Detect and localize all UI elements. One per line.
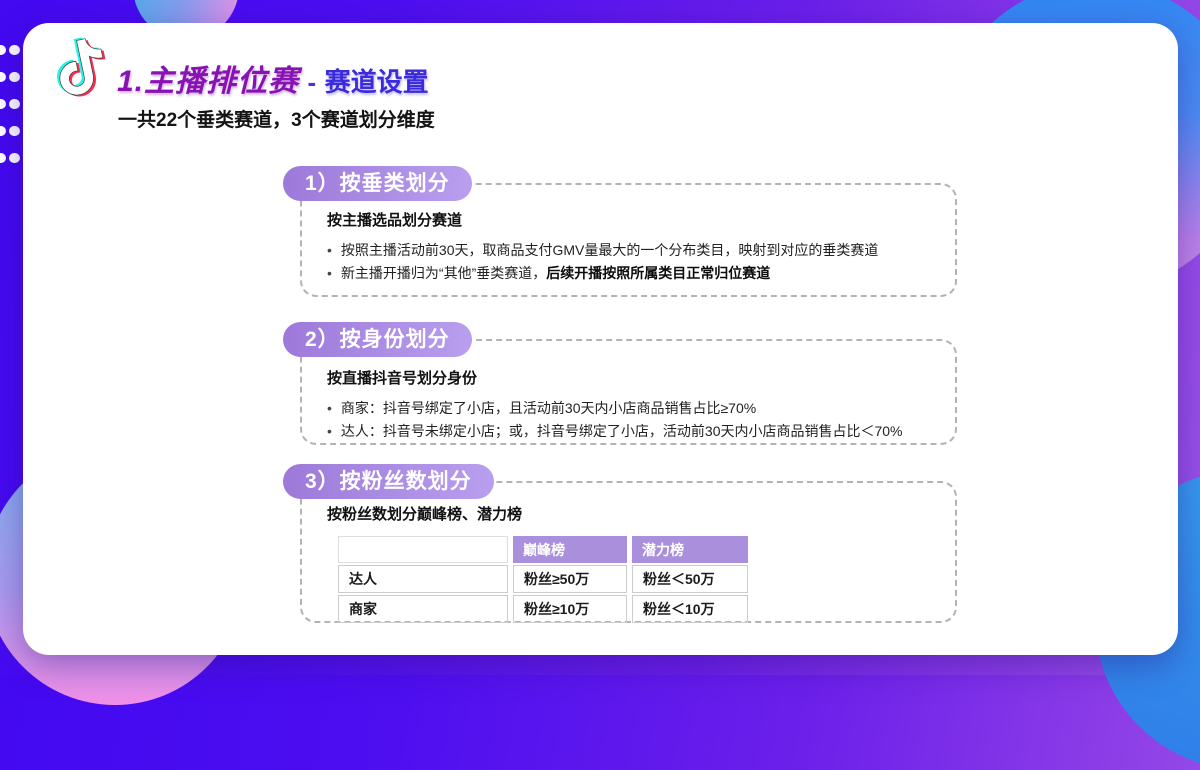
section-2-heading: 按直播抖音号划分身份 (327, 367, 935, 388)
section-3-badge: 3）按粉丝数划分 (283, 464, 494, 499)
decor-dot (9, 72, 20, 82)
decor-dots-grid (0, 45, 20, 163)
page-title-sub: 赛道设置 (325, 67, 429, 97)
fans-table-row: 商家粉丝≥10万粉丝＜10万 (338, 595, 748, 623)
section-1-bullets: • 按照主播活动前30天，取商品支付GMV量最大的一个分布类目，映射到对应的垂类赛… (327, 239, 935, 285)
fans-table-cell: 粉丝≥10万 (513, 595, 627, 623)
decor-dot (0, 45, 6, 55)
bullet-item: • 商家：抖音号绑定了小店，且活动前30天内小店商品销售占比≥70% (327, 397, 935, 420)
fans-table-header-cell: 巅峰榜 (513, 536, 627, 563)
decor-dot (9, 45, 20, 55)
bullet-item: • 达人：抖音号未绑定小店；或，抖音号绑定了小店，活动前30天内小店商品销售占比＜… (327, 420, 935, 443)
bullet-text: 达人：抖音号未绑定小店；或，抖音号绑定了小店，活动前30天内小店商品销售占比＜7… (341, 420, 903, 443)
section-2-badge: 2）按身份划分 (283, 322, 472, 357)
bullet-dot-icon: • (327, 420, 332, 443)
slide: { "slide": { "title_main": "1.主播排位赛", "t… (0, 0, 1200, 675)
bullet-text: 商家：抖音号绑定了小店，且活动前30天内小店商品销售占比≥70% (341, 397, 756, 420)
fans-table-cell: 达人 (338, 565, 508, 593)
page-subtitle: 一共22个垂类赛道，3个赛道划分维度 (118, 105, 435, 132)
fans-table-cell: 粉丝＜10万 (632, 595, 748, 623)
bullet-text: 新主播开播归为“其他”垂类赛道，后续开播按照所属类目正常归位赛道 (341, 262, 770, 285)
bullet-text: 按照主播活动前30天，取商品支付GMV量最大的一个分布类目，映射到对应的垂类赛道 (341, 239, 878, 262)
fans-table-cell: 粉丝＜50万 (632, 565, 748, 593)
section-1-badge: 1）按垂类划分 (283, 166, 472, 201)
decor-dot (9, 126, 20, 136)
page-title-main: 1.主播排位赛 (117, 65, 299, 98)
bullet-item: • 新主播开播归为“其他”垂类赛道，后续开播按照所属类目正常归位赛道 (327, 262, 935, 285)
fans-table-cell: 粉丝≥50万 (513, 565, 627, 593)
section-3-heading: 按粉丝数划分巅峰榜、潜力榜 (327, 503, 935, 524)
bullet-dot-icon: • (327, 262, 332, 285)
fans-table: 巅峰榜潜力榜达人粉丝≥50万粉丝＜50万商家粉丝≥10万粉丝＜10万 (333, 534, 753, 625)
bullet-item: • 按照主播活动前30天，取商品支付GMV量最大的一个分布类目，映射到对应的垂类赛… (327, 239, 935, 262)
fans-table-header-cell (338, 536, 508, 563)
section-2-bullets: • 商家：抖音号绑定了小店，且活动前30天内小店商品销售占比≥70% • 达人：抖音号… (327, 397, 935, 443)
section-1-heading: 按主播选品划分赛道 (327, 209, 935, 230)
slide-card: 1.主播排位赛 - 赛道设置 一共22个垂类赛道，3个赛道划分维度 1）按垂类划… (23, 23, 1178, 655)
section-3-panel: 按粉丝数划分巅峰榜、潜力榜 巅峰榜潜力榜达人粉丝≥50万粉丝＜50万商家粉丝≥1… (300, 481, 957, 623)
page-title: 1.主播排位赛 - 赛道设置 (117, 56, 429, 100)
decor-dot (0, 99, 6, 109)
decor-dot (0, 72, 6, 82)
bullet-dot-icon: • (327, 239, 332, 262)
fans-table-row: 达人粉丝≥50万粉丝＜50万 (338, 565, 748, 593)
decor-dot (0, 153, 6, 163)
fans-table-header-cell: 潜力榜 (632, 536, 748, 563)
decor-dot (9, 99, 20, 109)
decor-dot (0, 126, 6, 136)
page-title-separator: - (307, 67, 316, 97)
decor-dot (9, 153, 20, 163)
fans-table-cell: 商家 (338, 595, 508, 623)
tiktok-logo-icon (39, 26, 124, 107)
bullet-dot-icon: • (327, 397, 332, 420)
